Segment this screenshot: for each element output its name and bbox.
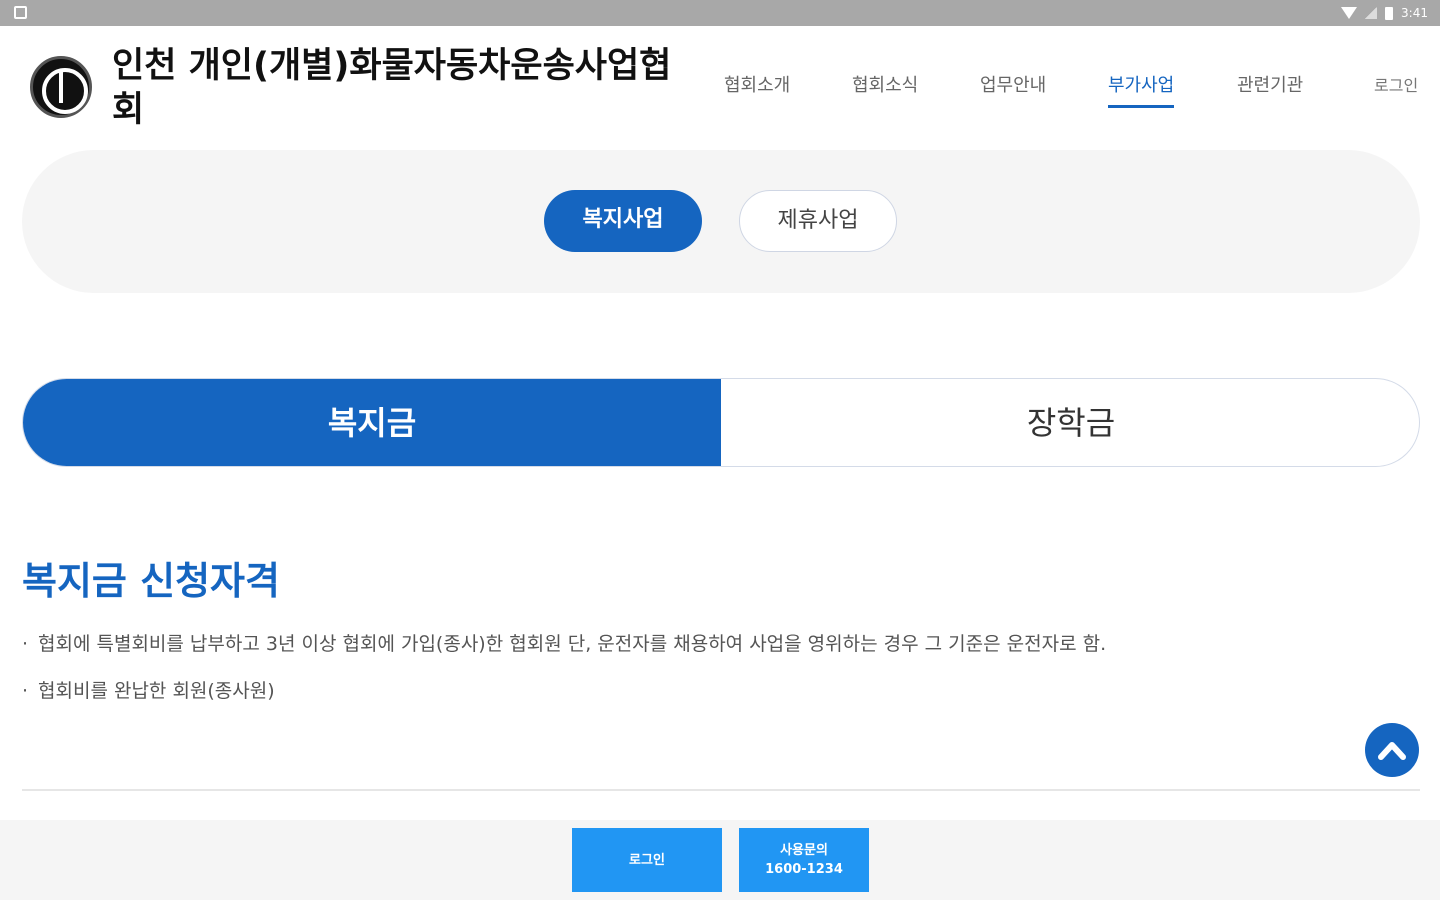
footer-phone-number: 1600-1234	[765, 862, 843, 877]
tab-welfare-fund[interactable]: 복지금	[23, 379, 721, 466]
nav-login-link[interactable]: 로그인	[1374, 72, 1418, 108]
nav-item-news[interactable]: 협회소식	[852, 72, 918, 108]
site-header: 인천 개인(개별)화물자동차운송사업협회 협회소개 협회소식 업무안내 부가사업…	[0, 26, 1440, 146]
eligibility-list: 협회에 특별회비를 납부하고 3년 이상 협회에 가입(종사)한 협회원 단, …	[22, 628, 1402, 722]
main-nav: 협회소개 협회소식 업무안내 부가사업 관련기관 로그인	[700, 72, 1440, 112]
scroll-to-top-button[interactable]	[1365, 723, 1419, 777]
content-divider	[22, 789, 1420, 791]
status-time: 3:41	[1401, 6, 1428, 20]
footer-login-label: 로그인	[629, 852, 665, 868]
site-title[interactable]: 인천 개인(개별)화물자동차운송사업협회	[112, 44, 672, 132]
nav-item-related-agencies[interactable]: 관련기관	[1237, 72, 1303, 108]
list-item: 협회에 특별회비를 납부하고 3년 이상 협회에 가입(종사)한 협회원 단, …	[22, 628, 1402, 660]
association-emblem-icon[interactable]	[30, 56, 92, 118]
status-bar: 3:41	[0, 0, 1440, 26]
nav-item-about[interactable]: 협회소개	[724, 72, 790, 108]
tab-scholarship[interactable]: 장학금	[721, 379, 1419, 466]
subnav-partnership-business[interactable]: 제휴사업	[739, 190, 897, 252]
status-icons: 3:41	[1341, 4, 1428, 22]
battery-icon	[1385, 6, 1394, 20]
section-title: 복지금 신청자격	[22, 559, 280, 603]
footer-login-button[interactable]: 로그인	[572, 828, 722, 892]
chevron-up-icon	[1378, 742, 1406, 760]
wifi-icon	[1341, 7, 1358, 19]
signal-icon	[1365, 7, 1378, 19]
nav-item-services[interactable]: 업무안내	[980, 72, 1046, 108]
sim-card-icon	[14, 6, 27, 19]
subnav-welfare-business[interactable]: 복지사업	[544, 190, 702, 252]
nav-item-additional-business[interactable]: 부가사업	[1108, 72, 1175, 108]
bottom-action-bar: 로그인 사용문의 1600-1234	[0, 820, 1440, 900]
footer-inquiry-label: 사용문의	[780, 843, 828, 858]
sub-navigation-panel: 복지사업 제휴사업	[22, 150, 1420, 293]
footer-inquiry-call-button[interactable]: 사용문의 1600-1234	[739, 828, 869, 892]
list-item: 협회비를 완납한 회원(종사원)	[22, 675, 1402, 707]
content-tabs: 복지금 장학금	[22, 378, 1420, 467]
